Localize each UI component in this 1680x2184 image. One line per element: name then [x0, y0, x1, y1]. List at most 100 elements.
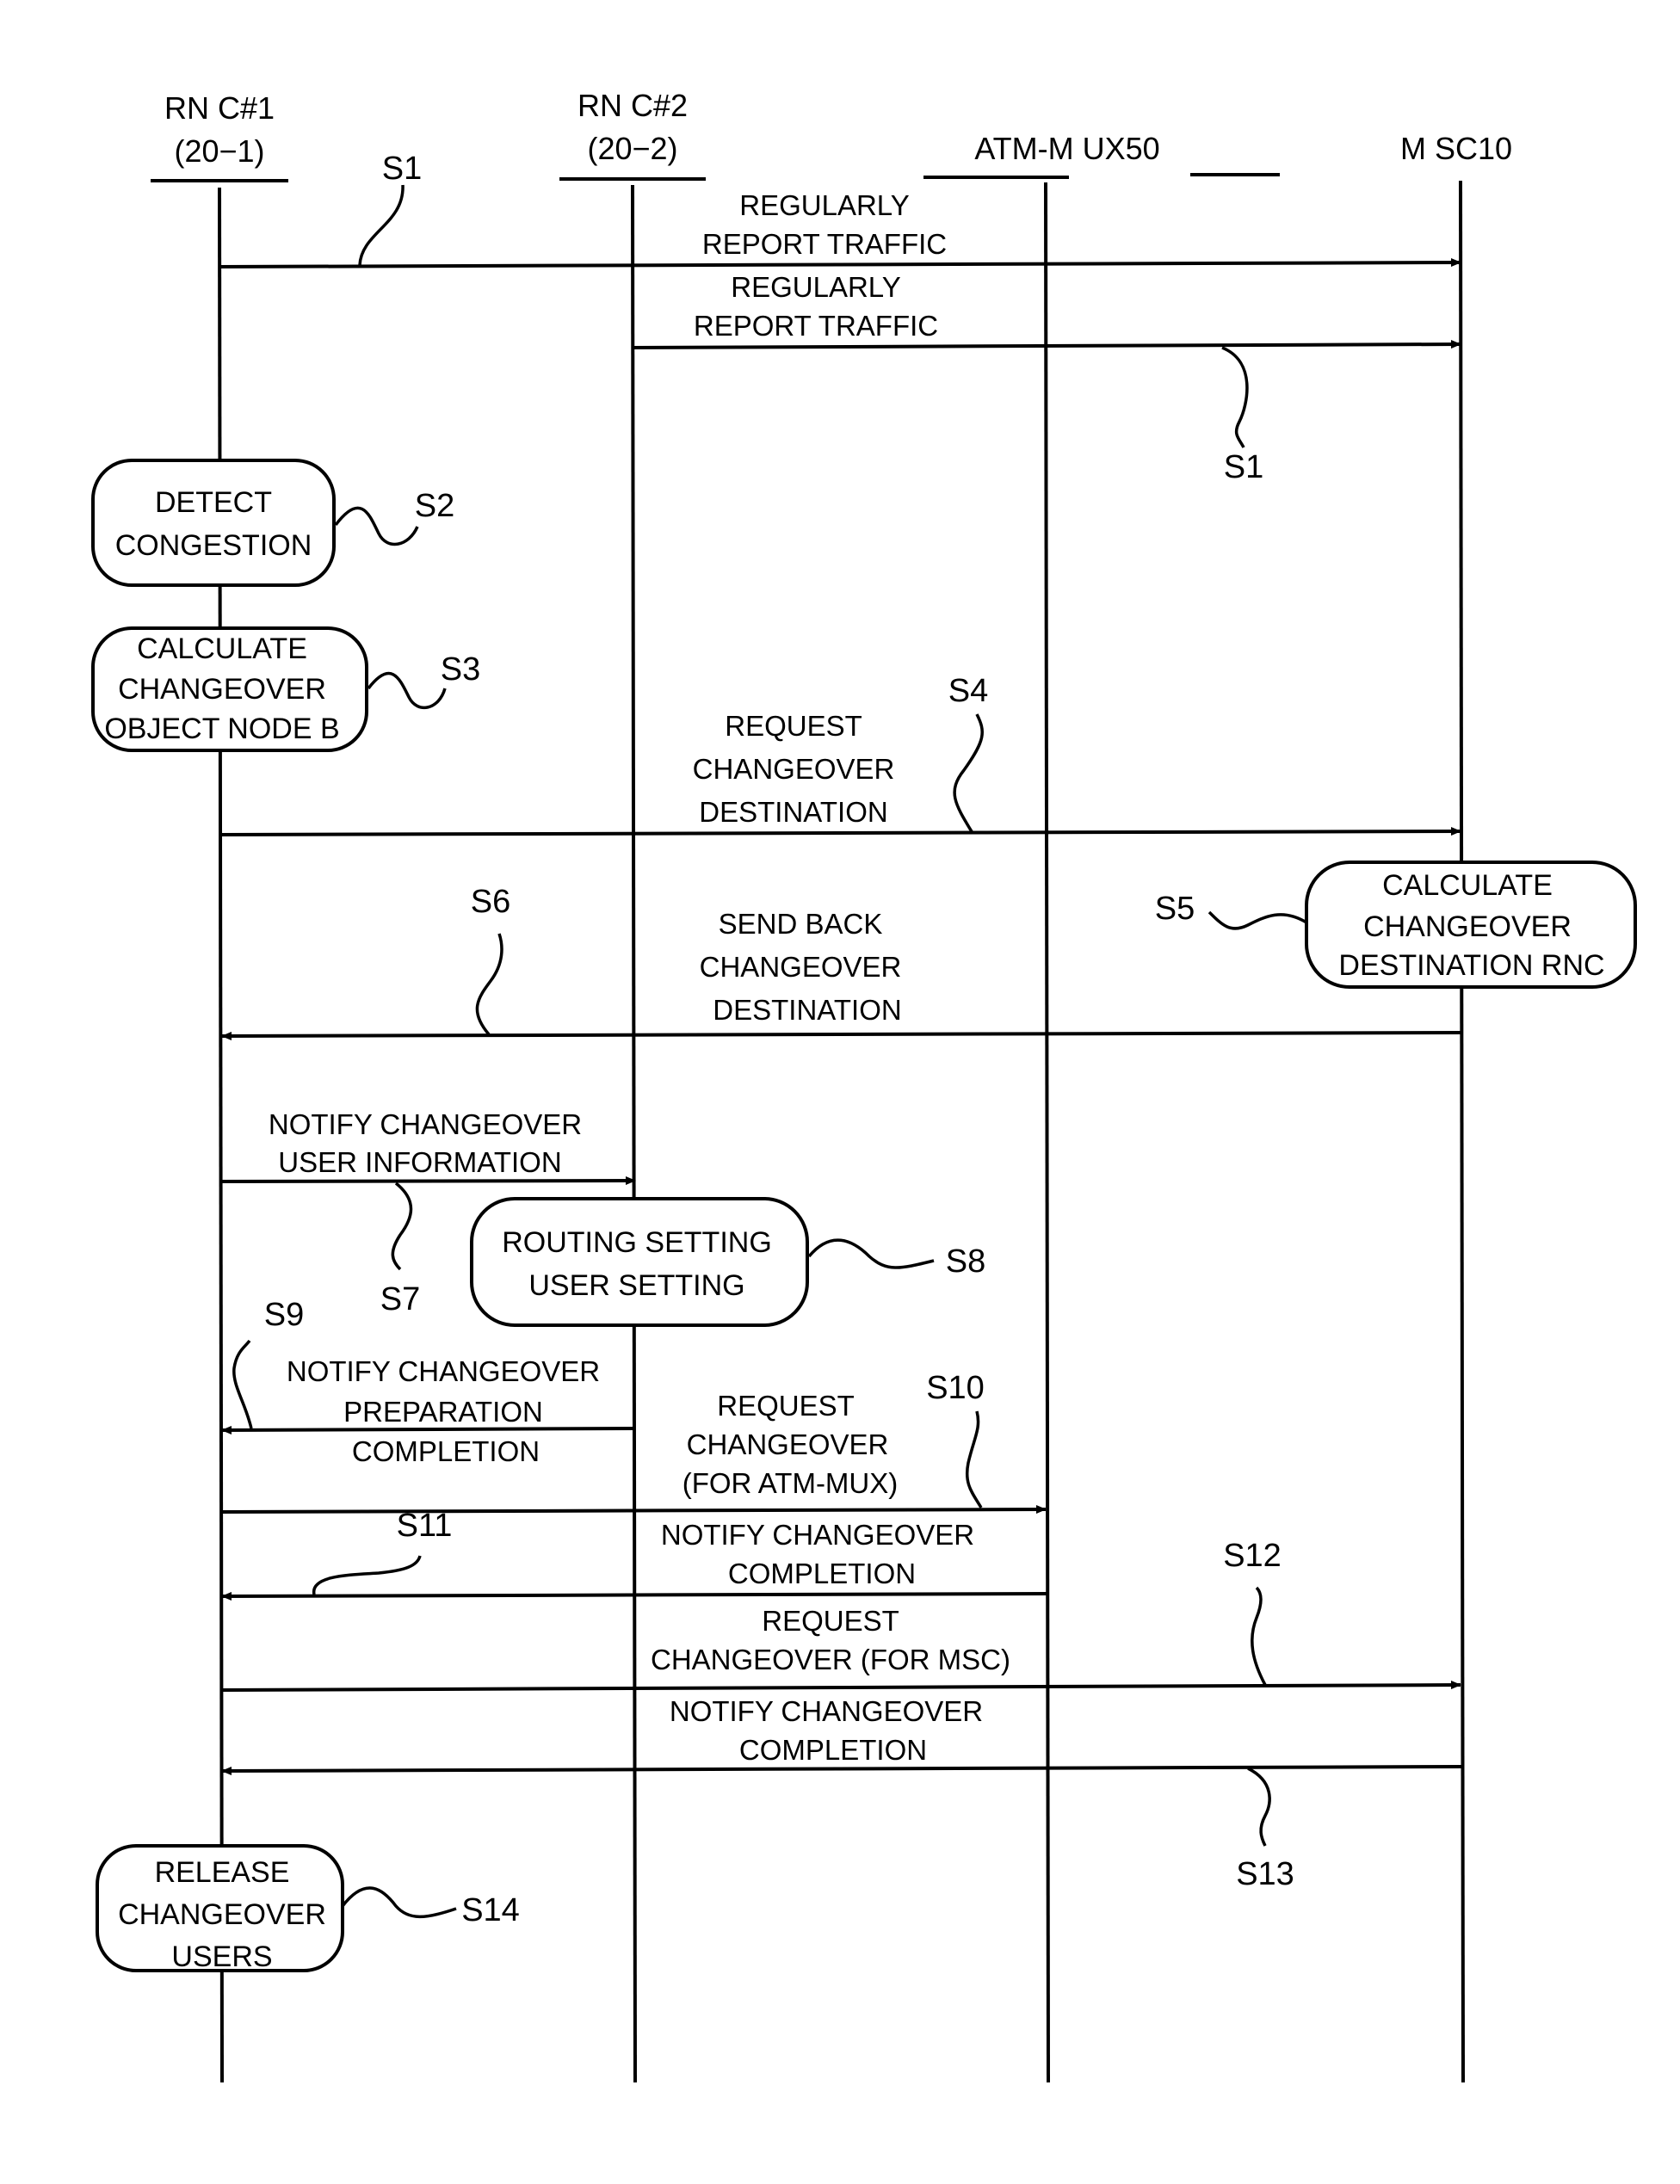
message-label: COMPLETION	[739, 1734, 927, 1766]
process-s5: CALCULATE CHANGEOVER DESTINATION RNC S5	[1155, 861, 1637, 989]
process-label: CONGESTION	[115, 529, 312, 562]
step-leader	[312, 1555, 422, 1595]
message-label: CHANGEOVER	[687, 1428, 889, 1460]
step-label: S4	[948, 673, 988, 709]
participant-id: (20−1)	[174, 133, 264, 169]
step-label: S12	[1223, 1538, 1282, 1574]
message-label: REPORT TRAFFIC	[694, 310, 938, 342]
step-label: S13	[1236, 1856, 1294, 1892]
message-arrow	[219, 827, 1461, 836]
message-label: NOTIFY CHANGEOVER	[661, 1519, 974, 1551]
message-label: COMPLETION	[728, 1558, 916, 1589]
message-arrow	[221, 1031, 1464, 1040]
step-label: S6	[471, 884, 510, 920]
process-box	[91, 459, 336, 587]
message-s13: NOTIFY CHANGEOVER COMPLETION S13	[221, 1695, 1464, 1892]
step-leader	[475, 933, 503, 1036]
message-label: REQUEST	[762, 1605, 899, 1637]
step-leader	[358, 184, 405, 266]
participant-msc: M SC10	[1190, 131, 1512, 176]
message-label: REGULARLY	[739, 189, 909, 221]
message-label: PREPARATION	[343, 1396, 543, 1428]
message-label: REQUEST	[717, 1390, 855, 1422]
process-label: OBJECT NODE B	[104, 713, 339, 745]
message-s4: REQUEST CHANGEOVER DESTINATION S4	[219, 673, 1461, 836]
process-label: DESTINATION RNC	[1338, 949, 1604, 982]
step-label: S2	[415, 488, 454, 524]
message-s1-rnc1: REGULARLY REPORT TRAFFIC S1	[219, 151, 1461, 268]
message-label: CHANGEOVER (FOR MSC)	[651, 1644, 1010, 1675]
process-label: DETECT	[155, 486, 272, 519]
message-arrow	[632, 340, 1461, 349]
step-leader	[367, 671, 447, 710]
step-label: S5	[1155, 891, 1195, 927]
step-label: S7	[380, 1281, 420, 1317]
step-label: S1	[382, 151, 422, 187]
step-leader	[966, 1410, 983, 1508]
process-s2: DETECT CONGESTION S2	[91, 459, 454, 587]
process-label: USER SETTING	[528, 1269, 744, 1302]
process-s14: RELEASE CHANGEOVER USERS S14	[96, 1844, 520, 1973]
step-label: S10	[926, 1370, 985, 1406]
participant-rnc2: RN C#2 (20−2)	[559, 88, 706, 181]
process-label: ROUTING SETTING	[502, 1226, 772, 1259]
message-label: SEND BACK	[719, 908, 883, 940]
process-s8: ROUTING SETTING USER SETTING S8	[470, 1197, 985, 1327]
lifeline-msc	[1459, 180, 1465, 2083]
process-label: CALCULATE	[1382, 869, 1553, 902]
participant-id: (20−2)	[587, 131, 677, 166]
message-label: NOTIFY CHANGEOVER	[269, 1108, 582, 1140]
message-arrow	[221, 1505, 1047, 1515]
message-label: CHANGEOVER	[693, 753, 895, 785]
process-label: USERS	[171, 1940, 272, 1973]
message-label: USER INFORMATION	[278, 1146, 561, 1178]
step-label: S11	[397, 1508, 453, 1544]
step-label: S9	[264, 1297, 304, 1333]
process-label: CALCULATE	[137, 632, 307, 665]
message-label: CHANGEOVER	[700, 951, 902, 983]
message-label: COMPLETION	[352, 1435, 540, 1467]
step-leader	[1208, 910, 1307, 930]
message-label: REGULARLY	[731, 271, 900, 303]
message-label: DESTINATION	[699, 796, 887, 828]
participant-name: ATM-M UX50	[974, 131, 1159, 166]
process-box	[470, 1197, 809, 1327]
message-s6: SEND BACK CHANGEOVER DESTINATION S6	[221, 884, 1464, 1040]
step-leader	[341, 1886, 457, 1919]
message-label: NOTIFY CHANGEOVER	[670, 1695, 983, 1727]
step-leader	[1221, 346, 1249, 448]
step-label: S14	[461, 1892, 520, 1928]
step-leader	[1247, 1767, 1271, 1847]
process-label: CHANGEOVER	[118, 673, 326, 706]
message-arrow	[221, 1681, 1461, 1692]
message-label: NOTIFY CHANGEOVER	[287, 1355, 600, 1387]
step-leader	[1251, 1586, 1267, 1686]
message-arrow	[219, 258, 1461, 268]
participant-name: RN C#1	[164, 90, 275, 126]
step-label: S3	[441, 651, 480, 688]
message-arrow	[221, 1425, 636, 1434]
step-leader	[807, 1238, 935, 1269]
step-leader	[334, 506, 419, 546]
lifeline-rnc2	[631, 184, 637, 2083]
sequence-diagram: RN C#1 (20−1) RN C#2 (20−2) ATM-M UX50 M…	[91, 88, 1637, 2083]
message-arrow	[221, 1591, 1049, 1601]
message-label: (FOR ATM-MUX)	[682, 1467, 899, 1499]
step-leader	[391, 1181, 413, 1271]
step-label: S1	[1224, 449, 1263, 485]
process-label: RELEASE	[155, 1856, 290, 1889]
step-leader	[232, 1339, 253, 1429]
message-label: DESTINATION	[713, 994, 901, 1026]
process-label: CHANGEOVER	[118, 1898, 326, 1931]
participant-name: M SC10	[1400, 131, 1512, 166]
participant-rnc1: RN C#1 (20−1)	[151, 90, 288, 182]
participant-atm-mux: ATM-M UX50	[923, 131, 1160, 179]
participant-name: RN C#2	[578, 88, 688, 123]
step-leader	[953, 713, 984, 834]
message-label: REQUEST	[725, 710, 862, 742]
process-label: CHANGEOVER	[1363, 910, 1572, 943]
message-label: REPORT TRAFFIC	[702, 228, 947, 260]
step-label: S8	[946, 1243, 985, 1280]
lifeline-atm-mux	[1044, 182, 1050, 2083]
message-arrow	[221, 1765, 1464, 1775]
